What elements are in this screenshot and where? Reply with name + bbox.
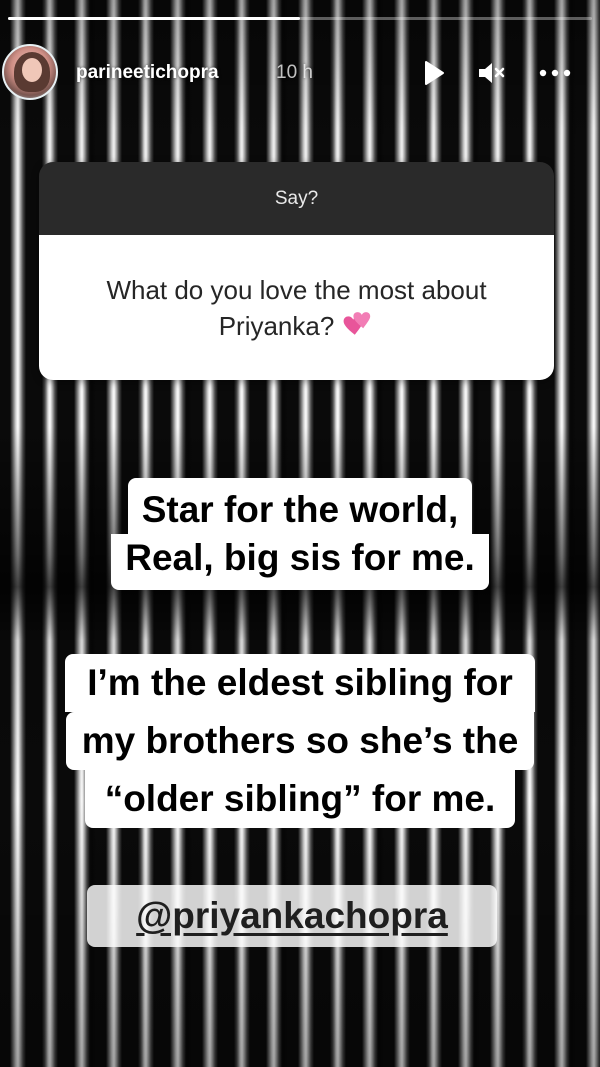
story-header: parineetichopra 10 h [0, 44, 600, 104]
story-viewer[interactable]: parineetichopra 10 h Say? What do you lo… [0, 0, 600, 1067]
more-options-icon[interactable] [538, 58, 571, 88]
post-time: 10 h [276, 62, 313, 83]
question-text-line-1: What do you love the most about [106, 274, 487, 305]
answer-text-1: Star for the world, Real, big sis for me… [0, 478, 600, 590]
mention-sticker[interactable]: @priyankachopra [87, 885, 497, 947]
question-text: What do you love the most about Priyanka… [39, 235, 554, 380]
answer-2-line-2: my brothers so she’s the [65, 712, 535, 770]
username[interactable]: parineetichopra [76, 62, 219, 84]
question-sticker[interactable]: Say? What do you love the most about Pri… [39, 162, 554, 380]
play-icon[interactable] [418, 58, 448, 88]
answer-2-line-3: “older sibling” for me. [84, 770, 516, 828]
question-prompt: Say? [39, 162, 554, 235]
answer-1-line-1: Star for the world, [127, 478, 473, 534]
question-text-line-2: Priyanka? [218, 310, 335, 341]
avatar[interactable] [2, 44, 58, 100]
two-hearts-icon [343, 311, 371, 335]
progress-fill [8, 17, 300, 20]
story-progress-bar [8, 17, 592, 20]
answer-text-2: I’m the eldest sibling for my brothers s… [0, 654, 600, 828]
answer-2-line-1: I’m the eldest sibling for [65, 654, 535, 712]
answer-1-line-2: Real, big sis for me. [111, 534, 489, 590]
mute-icon[interactable] [476, 58, 506, 88]
